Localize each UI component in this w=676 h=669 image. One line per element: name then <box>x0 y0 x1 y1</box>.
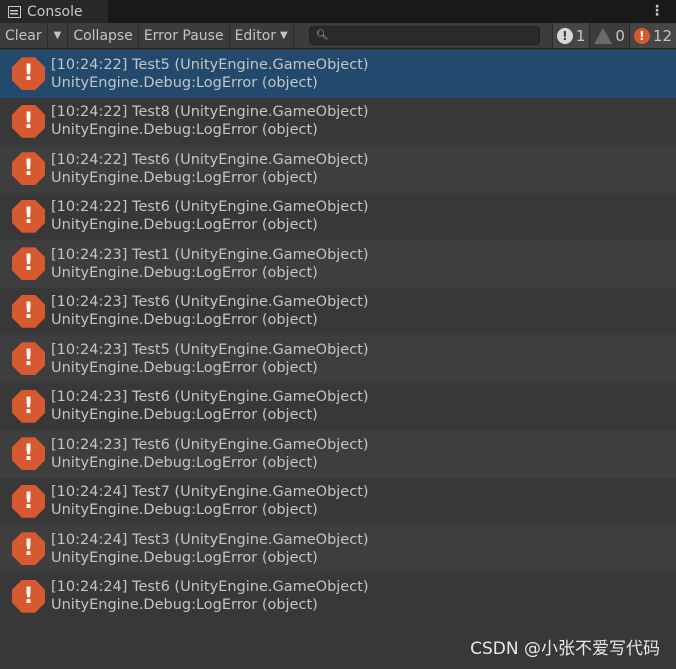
editor-label: Editor <box>234 27 277 44</box>
log-count: 1 <box>575 26 586 45</box>
collapse-toggle[interactable]: Collapse <box>68 23 139 48</box>
log-entry[interactable]: ! [10:24:22] Test6 (UnityEngine.GameObjec… <box>0 192 676 240</box>
error-icon: ! <box>12 247 45 281</box>
log-stacktrace: UnityEngine.Debug:LogError (object) <box>51 74 318 91</box>
log-entry[interactable]: ! [10:24:22] Test6 (UnityEngine.GameObjec… <box>0 145 676 193</box>
log-message: [10:24:22] Test5 (UnityEngine.GameObject… <box>51 56 369 73</box>
error-icon: ! <box>12 342 45 376</box>
log-message: [10:24:23] Test6 (UnityEngine.GameObject… <box>51 389 369 406</box>
log-message: [10:24:24] Test3 (UnityEngine.GameObject… <box>51 531 369 548</box>
log-stacktrace: UnityEngine.Debug:LogError (object) <box>51 549 318 566</box>
error-toggle[interactable]: ! 12 <box>628 23 676 48</box>
log-list: ! [10:24:22] Test5 (UnityEngine.GameObjec… <box>0 50 676 620</box>
log-stacktrace: UnityEngine.Debug:LogError (object) <box>51 597 318 614</box>
log-message: [10:24:24] Test6 (UnityEngine.GameObject… <box>51 579 369 596</box>
error-icon: ! <box>12 532 45 566</box>
editor-dropdown[interactable]: Editor ▼ <box>230 23 294 48</box>
log-entry[interactable]: ! [10:24:22] Test8 (UnityEngine.GameObjec… <box>0 97 676 145</box>
error-icon: ! <box>12 152 45 186</box>
error-icon: ! <box>633 27 650 44</box>
log-stacktrace: UnityEngine.Debug:LogError (object) <box>51 502 318 519</box>
log-entry[interactable]: ! [10:24:23] Test6 (UnityEngine.GameObjec… <box>0 287 676 335</box>
warning-count: 0 <box>615 26 625 45</box>
search-icon: 🔍︎ <box>316 30 329 41</box>
error-icon: ! <box>12 294 45 328</box>
log-message: [10:24:23] Test6 (UnityEngine.GameObject… <box>51 294 369 311</box>
error-icon: ! <box>12 199 45 233</box>
error-icon: ! <box>12 104 45 138</box>
log-stacktrace: UnityEngine.Debug:LogError (object) <box>51 359 318 376</box>
console-toolbar: Clear ▼ Collapse Error Pause Editor ▼ 🔍︎ … <box>0 23 676 49</box>
log-entry[interactable]: ! [10:24:24] Test6 (UnityEngine.GameObjec… <box>0 572 676 620</box>
log-message: [10:24:23] Test5 (UnityEngine.GameObject… <box>51 341 369 358</box>
error-icon: ! <box>12 579 45 613</box>
tab-title: Console <box>27 3 83 20</box>
warning-icon <box>594 27 613 44</box>
warning-toggle[interactable]: 0 <box>589 23 629 48</box>
error-count: 12 <box>652 26 672 45</box>
error-icon: ! <box>12 57 45 91</box>
tab-console[interactable]: Console <box>0 0 108 23</box>
log-stacktrace: UnityEngine.Debug:LogError (object) <box>51 169 318 186</box>
error-icon: ! <box>12 437 45 471</box>
info-icon: ! <box>556 27 573 44</box>
error-icon: ! <box>12 484 45 518</box>
log-message: [10:24:23] Test1 (UnityEngine.GameObject… <box>51 246 369 263</box>
log-stacktrace: UnityEngine.Debug:LogError (object) <box>51 264 318 281</box>
log-stacktrace: UnityEngine.Debug:LogError (object) <box>51 217 318 234</box>
log-stacktrace: UnityEngine.Debug:LogError (object) <box>51 407 318 424</box>
tab-bar: Console ⋮ <box>0 0 676 23</box>
log-message: [10:24:23] Test6 (UnityEngine.GameObject… <box>51 436 369 453</box>
watermark: CSDN @小张不爱写代码 <box>470 639 660 659</box>
log-message: [10:24:22] Test8 (UnityEngine.GameObject… <box>51 104 369 121</box>
clear-options-dropdown[interactable]: ▼ <box>48 23 69 48</box>
log-entry[interactable]: ! [10:24:22] Test5 (UnityEngine.GameObjec… <box>0 50 676 98</box>
log-message: [10:24:22] Test6 (UnityEngine.GameObject… <box>51 151 369 168</box>
search-input[interactable]: 🔍︎ <box>309 26 540 45</box>
error-pause-toggle[interactable]: Error Pause <box>139 23 230 48</box>
log-entry[interactable]: ! [10:24:23] Test5 (UnityEngine.GameObjec… <box>0 335 676 383</box>
log-entry[interactable]: ! [10:24:24] Test3 (UnityEngine.GameObjec… <box>0 525 676 573</box>
log-message: [10:24:22] Test6 (UnityEngine.GameObject… <box>51 199 369 216</box>
error-icon: ! <box>12 389 45 423</box>
log-toggle[interactable]: ! 1 <box>551 23 590 48</box>
log-message: [10:24:24] Test7 (UnityEngine.GameObject… <box>51 484 369 501</box>
clear-button[interactable]: Clear <box>0 23 48 48</box>
log-stacktrace: UnityEngine.Debug:LogError (object) <box>51 312 318 329</box>
log-entry[interactable]: ! [10:24:23] Test1 (UnityEngine.GameObjec… <box>0 240 676 288</box>
log-entry[interactable]: ! [10:24:23] Test6 (UnityEngine.GameObjec… <box>0 382 676 430</box>
chevron-down-icon: ▼ <box>280 30 288 41</box>
log-stacktrace: UnityEngine.Debug:LogError (object) <box>51 122 318 139</box>
console-icon <box>8 5 21 18</box>
log-entry[interactable]: ! [10:24:23] Test6 (UnityEngine.GameObjec… <box>0 430 676 478</box>
log-entry[interactable]: ! [10:24:24] Test7 (UnityEngine.GameObjec… <box>0 477 676 525</box>
more-options-icon[interactable]: ⋮ <box>650 4 664 18</box>
log-stacktrace: UnityEngine.Debug:LogError (object) <box>51 454 318 471</box>
